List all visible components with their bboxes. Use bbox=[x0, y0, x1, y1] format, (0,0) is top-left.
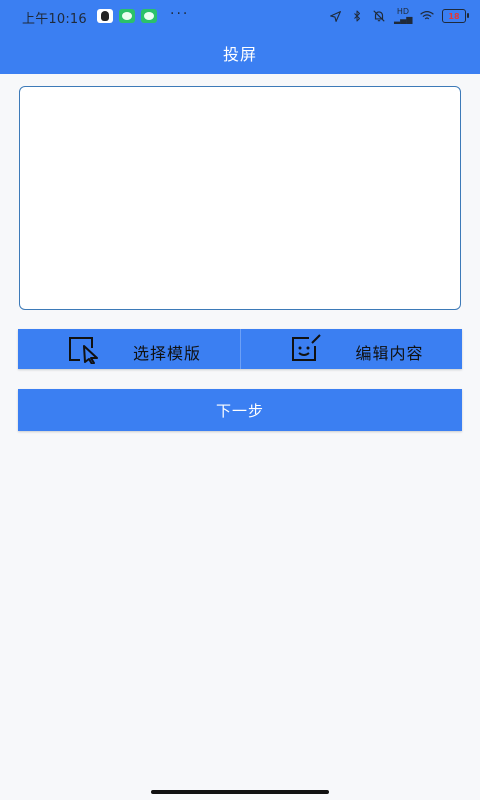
battery-level: 18 bbox=[448, 11, 460, 21]
edit-content-label: 编辑内容 bbox=[355, 344, 424, 363]
signal-icon: HD ▂▄▆ bbox=[394, 7, 413, 24]
page-title: 投屏 bbox=[222, 45, 257, 64]
status-bar: 上午10:16 ··· HD ▂▄▆ 18 bbox=[0, 0, 480, 32]
home-indicator bbox=[151, 790, 329, 794]
more-notifications-icon: ··· bbox=[170, 6, 190, 22]
wechat-icon bbox=[141, 9, 157, 23]
status-time: 上午10:16 bbox=[22, 12, 87, 27]
edit-content-button[interactable]: 编辑内容 bbox=[239, 329, 463, 369]
select-template-label: 选择模版 bbox=[133, 344, 202, 363]
app-header: 上午10:16 ··· HD ▂▄▆ 18 投屏 bbox=[0, 0, 480, 74]
wechat-icon bbox=[119, 9, 135, 23]
preview-area bbox=[19, 86, 461, 310]
battery-icon: 18 bbox=[442, 9, 469, 23]
bluetooth-icon bbox=[350, 9, 364, 23]
next-step-button[interactable]: 下一步 bbox=[18, 389, 462, 431]
navigation-icon bbox=[328, 9, 342, 23]
edit-content-icon bbox=[289, 334, 323, 364]
select-template-button[interactable]: 选择模版 bbox=[18, 329, 240, 369]
mute-icon bbox=[372, 9, 386, 23]
status-indicators: HD ▂▄▆ 18 bbox=[328, 7, 469, 24]
title-bar: 投屏 bbox=[0, 32, 480, 74]
select-template-icon bbox=[66, 334, 100, 365]
signal-label: HD bbox=[396, 7, 410, 16]
qq-icon bbox=[97, 9, 113, 23]
wifi-icon bbox=[420, 9, 434, 23]
next-step-label: 下一步 bbox=[215, 401, 264, 420]
action-buttons: 选择模版 编辑内容 bbox=[18, 329, 462, 369]
